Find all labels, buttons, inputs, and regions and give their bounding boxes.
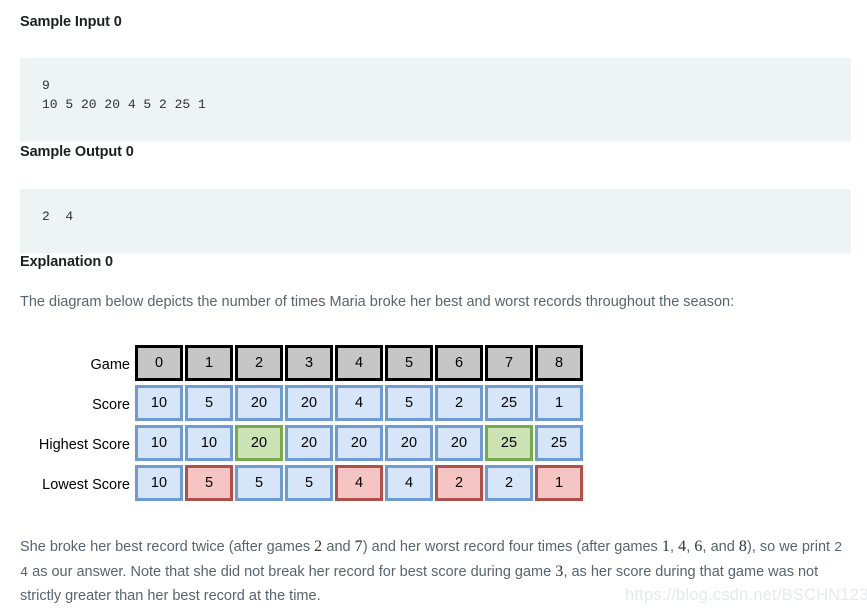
- diagram-row-game: Game 0 1 2 3 4 5 6 7 8: [0, 345, 600, 385]
- diagram-cell: 20: [285, 385, 333, 421]
- outro-text-6: , and: [702, 539, 739, 555]
- outro-text-4: ,: [670, 539, 679, 555]
- sample-output-heading: Sample Output 0: [20, 144, 134, 160]
- diagram-row-highest-score: Highest Score 10 10 20 20 20 20 20 25 25: [0, 425, 600, 465]
- diagram-cell-highlight: 25: [485, 425, 533, 461]
- diagram-cell: 20: [385, 425, 433, 461]
- diagram-cell: 2: [235, 345, 283, 381]
- diagram-cell: 25: [535, 425, 583, 461]
- explanation-heading: Explanation 0: [20, 254, 113, 270]
- outro-text-2: and: [322, 539, 355, 555]
- diagram-cells-game: 0 1 2 3 4 5 6 7 8: [135, 345, 583, 381]
- diagram-cell: 5: [285, 465, 333, 501]
- outro-game-number: 1: [661, 538, 671, 555]
- diagram-cell: 5: [385, 385, 433, 421]
- diagram-cell: 10: [135, 425, 183, 461]
- diagram-cell: 5: [185, 385, 233, 421]
- diagram-cell: 1: [185, 345, 233, 381]
- diagram-cell: 2: [435, 385, 483, 421]
- diagram-cell: 20: [435, 425, 483, 461]
- sample-input-heading: Sample Input 0: [20, 14, 122, 30]
- diagram-cell: 6: [435, 345, 483, 381]
- diagram-cell: 20: [285, 425, 333, 461]
- sample-output-code-block: 2 4: [20, 189, 851, 253]
- diagram-cell: 0: [135, 345, 183, 381]
- diagram-cell: 20: [335, 425, 383, 461]
- problem-explanation-page: Sample Input 0 9 10 5 20 20 4 5 2 25 1 S…: [0, 0, 867, 615]
- diagram-row-label-highest-score: Highest Score: [38, 437, 130, 453]
- diagram-row-label-score: Score: [92, 397, 130, 413]
- diagram-cell-highlight: 1: [535, 465, 583, 501]
- outro-game-number: 7: [354, 538, 363, 555]
- diagram-cell: 20: [235, 385, 283, 421]
- diagram-cells-score: 10 5 20 20 4 5 2 25 1: [135, 385, 583, 421]
- diagram-cell: 2: [485, 465, 533, 501]
- diagram-cell: 25: [485, 385, 533, 421]
- diagram-cell: 5: [385, 345, 433, 381]
- diagram-row-score: Score 10 5 20 20 4 5 2 25 1: [0, 385, 600, 425]
- diagram-cell-highlight: 20: [235, 425, 283, 461]
- diagram-cell-highlight: 2: [435, 465, 483, 501]
- diagram-cells-highest-score: 10 10 20 20 20 20 20 25 25: [135, 425, 583, 461]
- diagram-cell: 4: [335, 385, 383, 421]
- diagram-cell: 4: [385, 465, 433, 501]
- explanation-intro-paragraph: The diagram below depicts the number of …: [20, 294, 735, 310]
- diagram-cell: 10: [185, 425, 233, 461]
- diagram-cell: 1: [535, 385, 583, 421]
- diagram-row-lowest-score: Lowest Score 10 5 5 5 4 4 2 2 1: [0, 465, 600, 505]
- diagram-cell: 7: [485, 345, 533, 381]
- diagram-cells-lowest-score: 10 5 5 5 4 4 2 2 1: [135, 465, 583, 501]
- outro-text-3: ) and her worst record four times (after…: [362, 539, 662, 555]
- diagram-cell-highlight: 5: [185, 465, 233, 501]
- outro-text-8: as our answer. Note that she did not bre…: [28, 564, 556, 580]
- records-diagram: Game 0 1 2 3 4 5 6 7 8 Score 10 5 20 20 …: [0, 340, 600, 515]
- diagram-cell: 5: [235, 465, 283, 501]
- outro-game-number: 6: [694, 538, 703, 555]
- diagram-cell: 10: [135, 465, 183, 501]
- sample-input-code-block: 9 10 5 20 20 4 5 2 25 1: [20, 58, 851, 141]
- outro-text-7: ), so we print: [747, 539, 835, 555]
- watermark-url: https://blog.csdn.net/BSCHN123: [625, 586, 867, 604]
- outro-text-1: She broke her best record twice (after g…: [20, 539, 315, 555]
- diagram-cell: 4: [335, 345, 383, 381]
- diagram-cell-highlight: 4: [335, 465, 383, 501]
- diagram-cell: 8: [535, 345, 583, 381]
- diagram-cell: 3: [285, 345, 333, 381]
- outro-game-number: 8: [738, 538, 748, 555]
- diagram-row-label-lowest-score: Lowest Score: [42, 477, 130, 493]
- diagram-row-label-game: Game: [90, 357, 131, 373]
- diagram-cell: 10: [135, 385, 183, 421]
